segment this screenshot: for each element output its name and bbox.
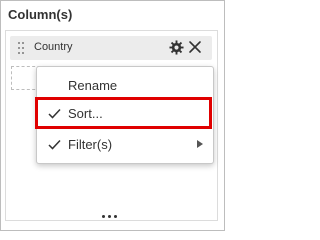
- menu-item-filters[interactable]: Filter(s): [37, 131, 213, 159]
- menu-item-label: Filter(s): [68, 137, 113, 152]
- menu-item-rename[interactable]: Rename: [37, 72, 213, 100]
- submenu-arrow-icon: [197, 140, 203, 148]
- panel-title: Column(s): [8, 7, 73, 22]
- check-icon: [48, 139, 61, 150]
- close-icon[interactable]: [188, 40, 202, 54]
- field-chip-country[interactable]: Country: [10, 36, 212, 60]
- more-horizontal-icon[interactable]: [102, 215, 118, 219]
- drag-handle-icon[interactable]: [18, 42, 24, 54]
- menu-item-label: Rename: [68, 78, 118, 93]
- field-chip-label: Country: [34, 41, 73, 53]
- gear-icon[interactable]: [169, 40, 184, 55]
- highlight-annotation: [35, 97, 212, 129]
